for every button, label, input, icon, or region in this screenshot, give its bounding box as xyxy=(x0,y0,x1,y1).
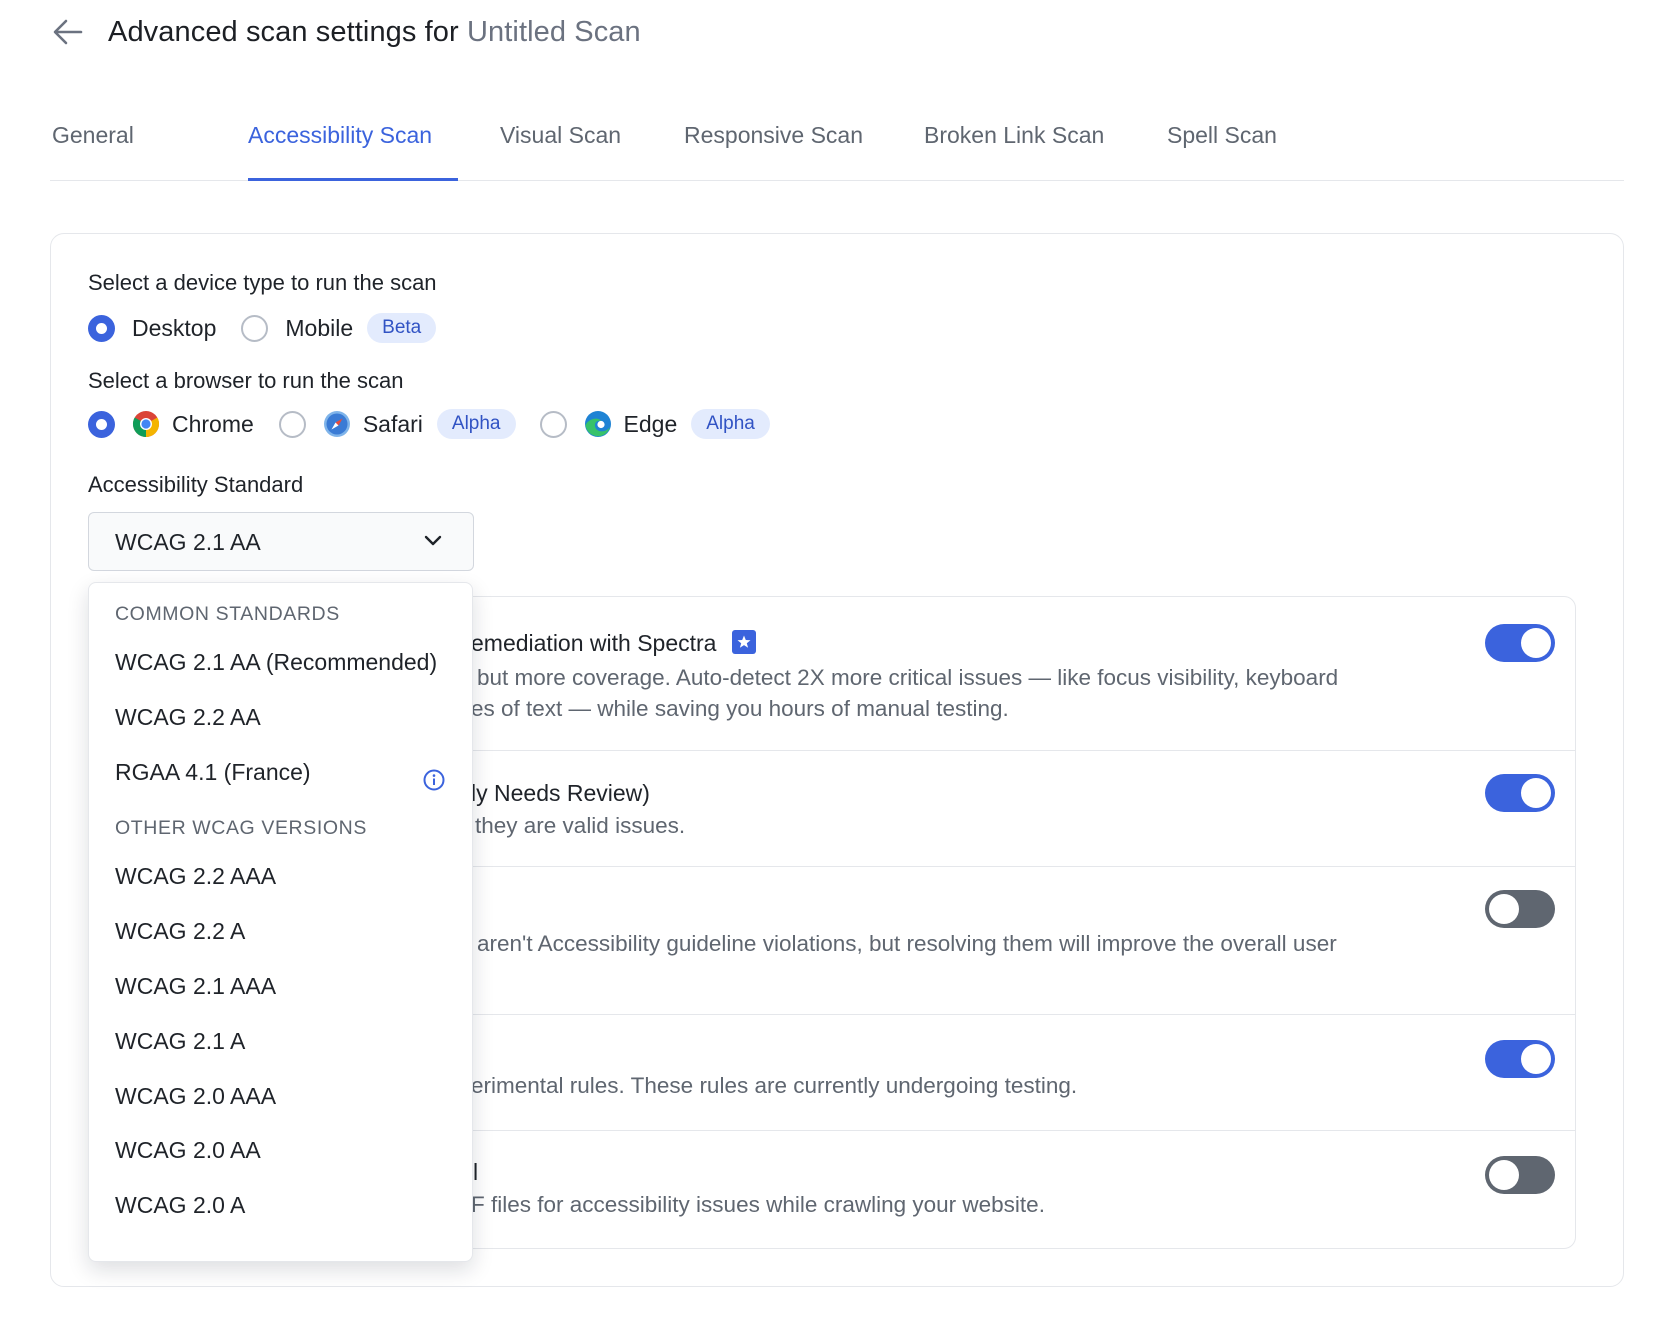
toggle-knob xyxy=(1521,778,1551,808)
device-type-label: Select a device type to run the scan xyxy=(88,270,437,295)
dropdown-option[interactable]: WCAG 2.2 AA xyxy=(115,704,261,731)
chrome-icon xyxy=(132,411,160,438)
setting-title: ly Needs Review) xyxy=(471,780,650,806)
dropdown-option[interactable]: WCAG 2.1 A xyxy=(115,1028,245,1055)
setting-desc-line: aren't Accessibility guideline violation… xyxy=(477,931,1337,956)
best-practices-toggle[interactable] xyxy=(1485,890,1555,928)
toggle-knob xyxy=(1489,894,1519,924)
standard-select-value: WCAG 2.1 AA xyxy=(115,529,261,555)
tab-spell-scan[interactable]: Spell Scan xyxy=(1167,108,1277,181)
dropdown-option[interactable]: WCAG 2.2 AAA xyxy=(115,863,276,890)
tab-visual-scan[interactable]: Visual Scan xyxy=(500,108,621,181)
tab-accessibility-scan[interactable]: Accessibility Scan xyxy=(248,108,432,181)
toggle-knob xyxy=(1521,1044,1551,1074)
setting-desc-line: F files for accessibility issues while c… xyxy=(471,1192,1045,1217)
browser-label: Select a browser to run the scan xyxy=(88,368,404,393)
page-header: Advanced scan settings for Untitled Scan xyxy=(50,8,641,56)
needs-review-toggle[interactable] xyxy=(1485,774,1555,812)
dropdown-option[interactable]: WCAG 2.1 AA (Recommended) xyxy=(115,649,437,676)
dropdown-option[interactable]: WCAG 2.0 AAA xyxy=(115,1083,276,1110)
safari-label[interactable]: Safari xyxy=(363,411,423,438)
star-icon xyxy=(732,630,757,654)
beta-badge: Beta xyxy=(367,313,437,343)
edge-icon xyxy=(584,411,611,437)
setting-title: emediation with Spectra xyxy=(471,630,757,657)
browser-radio-group: Chrome Safari Alpha Edge Alpha xyxy=(88,406,770,442)
setting-title: l xyxy=(473,1159,479,1185)
dropdown-option[interactable]: WCAG 2.0 A xyxy=(115,1192,245,1219)
active-tab-indicator xyxy=(248,178,458,181)
arrow-left-icon xyxy=(53,19,83,45)
tab-bar: General Accessibility Scan Visual Scan R… xyxy=(50,108,1624,181)
radio-safari[interactable] xyxy=(278,410,306,438)
scan-name: Untitled Scan xyxy=(466,15,641,48)
chrome-label[interactable]: Chrome xyxy=(172,411,254,438)
radio-edge[interactable] xyxy=(539,410,567,438)
setting-desc-line: es of text — while saving you hours of m… xyxy=(471,696,1009,721)
back-button[interactable] xyxy=(50,14,86,50)
safari-alpha-badge: Alpha xyxy=(436,409,516,439)
setting-desc-line: erimental rules. These rules are current… xyxy=(471,1073,1078,1098)
radio-chrome[interactable] xyxy=(88,410,115,438)
radio-desktop[interactable] xyxy=(88,314,115,342)
tab-general[interactable]: General xyxy=(52,108,134,181)
tab-responsive-scan[interactable]: Responsive Scan xyxy=(684,108,863,181)
setting-title-text: emediation with Spectra xyxy=(471,630,717,656)
device-radio-group: Desktop Mobile Beta xyxy=(88,310,437,346)
standard-select[interactable]: WCAG 2.1 AA xyxy=(88,512,474,571)
dropdown-option[interactable]: WCAG 2.1 AAA xyxy=(115,973,276,1000)
tab-broken-link-scan[interactable]: Broken Link Scan xyxy=(924,108,1104,181)
setting-desc-line: they are valid issues. xyxy=(475,813,686,838)
spectra-toggle[interactable] xyxy=(1485,624,1555,662)
pdf-scan-toggle[interactable] xyxy=(1485,1156,1555,1194)
edge-alpha-badge: Alpha xyxy=(691,409,770,439)
title-prefix: Advanced scan settings for xyxy=(108,15,467,48)
dropdown-option[interactable]: WCAG 2.0 AA xyxy=(115,1137,261,1164)
group-other-wcag-versions: OTHER WCAG VERSIONS xyxy=(115,817,367,839)
chevron-down-icon xyxy=(424,535,442,546)
standard-label: Accessibility Standard xyxy=(88,472,304,497)
experimental-toggle[interactable] xyxy=(1485,1040,1555,1078)
radio-mobile[interactable] xyxy=(241,314,269,342)
info-icon[interactable] xyxy=(423,769,445,791)
dropdown-option[interactable]: RGAA 4.1 (France) xyxy=(115,759,311,786)
safari-icon xyxy=(323,411,350,437)
mobile-label[interactable]: Mobile xyxy=(285,315,353,342)
group-common-standards: COMMON STANDARDS xyxy=(115,603,340,625)
desktop-label[interactable]: Desktop xyxy=(132,315,216,342)
page-title: Advanced scan settings for Untitled Scan xyxy=(108,16,641,49)
toggle-knob xyxy=(1489,1160,1519,1190)
standard-dropdown-menu: COMMON STANDARDS WCAG 2.1 AA (Recommende… xyxy=(88,582,473,1262)
edge-label[interactable]: Edge xyxy=(624,411,678,438)
setting-desc-line: but more coverage. Auto-detect 2X more c… xyxy=(477,665,1339,690)
toggle-knob xyxy=(1521,628,1551,658)
dropdown-option[interactable]: WCAG 2.2 A xyxy=(115,918,245,945)
